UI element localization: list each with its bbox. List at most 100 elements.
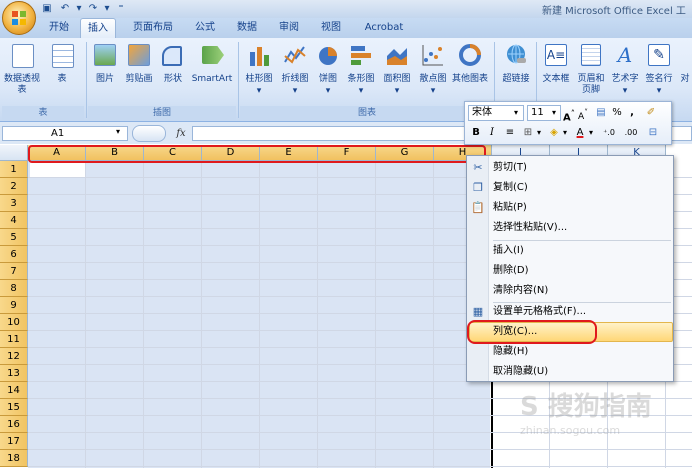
redo-dropdown-icon[interactable]: ▾ [100,2,114,15]
chevron-down-icon[interactable]: ▾ [549,106,559,120]
name-box[interactable]: A1 [2,126,128,141]
tab-view[interactable]: 视图 [314,18,348,38]
chevron-down-icon[interactable]: ▾ [587,126,595,140]
menu-item-insert[interactable]: 插入(I) [493,242,671,260]
row-header-17[interactable]: 17 [0,433,28,450]
menu-item-paste[interactable]: 粘贴(P) [493,199,671,217]
object-button[interactable]: 对 [678,44,692,100]
tab-data[interactable]: 数据 [230,18,264,38]
row-header-15[interactable]: 15 [0,399,28,416]
active-cell[interactable] [30,162,85,177]
save-icon[interactable]: ▣ [40,2,54,15]
row-gridline [28,449,692,450]
scatter-chart-button[interactable]: 散点图 ▾ [416,44,450,104]
row-header-9[interactable]: 9 [0,297,28,314]
row-header-14[interactable]: 14 [0,382,28,399]
italic-button[interactable]: I [485,126,499,140]
other-charts-label: 其他图表 [451,74,488,84]
pie-chart-button[interactable]: 饼图 ▾ [314,44,342,104]
clip-art-button[interactable]: 剪贴画 [122,44,156,100]
chevron-down-icon[interactable]: ▾ [511,106,521,120]
row-header-18[interactable]: 18 [0,450,28,467]
tab-page-layout[interactable]: 页面布局 [124,18,182,38]
row-header-6[interactable]: 6 [0,246,28,263]
header-footer-button[interactable]: 页眉和页脚 [574,44,608,104]
undo-icon[interactable]: ↶ [58,2,72,15]
text-box-button[interactable]: A≡ 文本框 [540,44,572,100]
menu-item-delete[interactable]: 删除(D) [493,262,671,280]
row-header-5[interactable]: 5 [0,229,28,246]
customize-icon[interactable]: ⁼ [114,2,128,15]
grow-font-icon[interactable]: A˄ [563,106,575,125]
row-header-4[interactable]: 4 [0,212,28,229]
shapes-button[interactable]: 形状 [158,44,188,100]
fill-color-icon[interactable]: ◈ [547,126,561,140]
menu-item-format-cells[interactable]: 设置单元格格式(F)... [493,303,671,321]
group-label-charts: 图表 [240,106,494,120]
row-header-16[interactable]: 16 [0,416,28,433]
redo-icon[interactable]: ↷ [86,2,100,15]
picture-button[interactable]: 图片 [90,44,120,100]
table-icon [52,44,74,68]
wordart-button[interactable]: A 艺术字 ▾ [610,44,640,104]
ribbon-tab-bar: 开始 插入 页面布局 公式 数据 审阅 视图 Acrobat [0,18,692,38]
select-all-button[interactable] [0,145,28,161]
smartart-button[interactable]: SmartArt [190,44,234,100]
row-header-10[interactable]: 10 [0,314,28,331]
shrink-font-icon[interactable]: A˅ [577,106,589,124]
merge-cells-icon[interactable]: ⊟ [645,126,661,140]
row-header-8[interactable]: 8 [0,280,28,297]
row-header-12[interactable]: 12 [0,348,28,365]
office-button[interactable] [2,1,36,35]
chevron-down-icon[interactable]: ▾ [561,126,569,140]
tab-insert[interactable]: 插入 [80,18,116,38]
align-center-icon[interactable]: ≡ [503,126,517,140]
percent-button[interactable]: % [611,106,623,120]
table-button[interactable]: 表 [44,44,80,100]
signature-line-button[interactable]: ✎ 签名行 ▾ [642,44,676,104]
other-charts-button[interactable]: 其他图表 [450,44,490,104]
column-chart-button[interactable]: 柱形图 ▾ [242,44,276,104]
hyperlink-button[interactable]: 超链接 [498,44,534,100]
borders-icon[interactable]: ⊞ [521,126,535,140]
area-chart-button[interactable]: 面积图 ▾ [380,44,414,104]
scatter-chart-icon [422,45,443,66]
pivot-table-button[interactable]: 数据透视表 [4,44,40,100]
undo-dropdown-icon[interactable]: ▾ [72,2,86,15]
row-header-2[interactable]: 2 [0,178,28,195]
line-chart-label: 折线图 [281,74,309,84]
font-color-icon[interactable]: A [573,126,587,140]
increase-decimal-icon[interactable]: ⁺.0 [599,126,619,140]
tab-home[interactable]: 开始 [42,18,76,38]
row-header-3[interactable]: 3 [0,195,28,212]
comma-button[interactable]: , [627,106,637,120]
insert-function-button[interactable]: fx [170,126,192,141]
formula-expand-button[interactable] [132,125,166,142]
chevron-down-icon[interactable]: ▾ [535,126,543,140]
bold-button[interactable]: B [469,126,483,140]
menu-item-hide[interactable]: 隐藏(H) [493,343,671,361]
name-box-dropdown-icon[interactable]: ▾ [116,127,120,136]
tab-review[interactable]: 审阅 [272,18,306,38]
row-header-7[interactable]: 7 [0,263,28,280]
paint-brush-icon[interactable]: ✐ [643,106,659,120]
hyperlink-label: 超链接 [502,74,530,84]
format-painter-icon[interactable]: ▤ [593,106,609,120]
menu-item-paste-special[interactable]: 选择性粘贴(V)... [493,219,671,237]
menu-item-clear-contents[interactable]: 清除内容(N) [493,282,671,300]
tab-formulas[interactable]: 公式 [188,18,222,38]
smartart-label: SmartArt [191,74,233,84]
line-chart-button[interactable]: 折线图 ▾ [278,44,312,104]
area-chart-icon [387,48,407,65]
bar-chart-button[interactable]: 条形图 ▾ [344,44,378,104]
tab-acrobat[interactable]: Acrobat [358,18,410,38]
menu-item-unhide[interactable]: 取消隐藏(U) [493,363,671,381]
row-header-11[interactable]: 11 [0,331,28,348]
row-header-1[interactable]: 1 [0,161,28,178]
column-gridline [433,161,434,468]
menu-item-copy[interactable]: 复制(C) [493,179,671,197]
dropdown-arrow-icon: ▾ [325,86,331,96]
menu-item-cut[interactable]: 剪切(T) [493,159,671,177]
decrease-decimal-icon[interactable]: .00 [621,126,641,140]
row-header-13[interactable]: 13 [0,365,28,382]
